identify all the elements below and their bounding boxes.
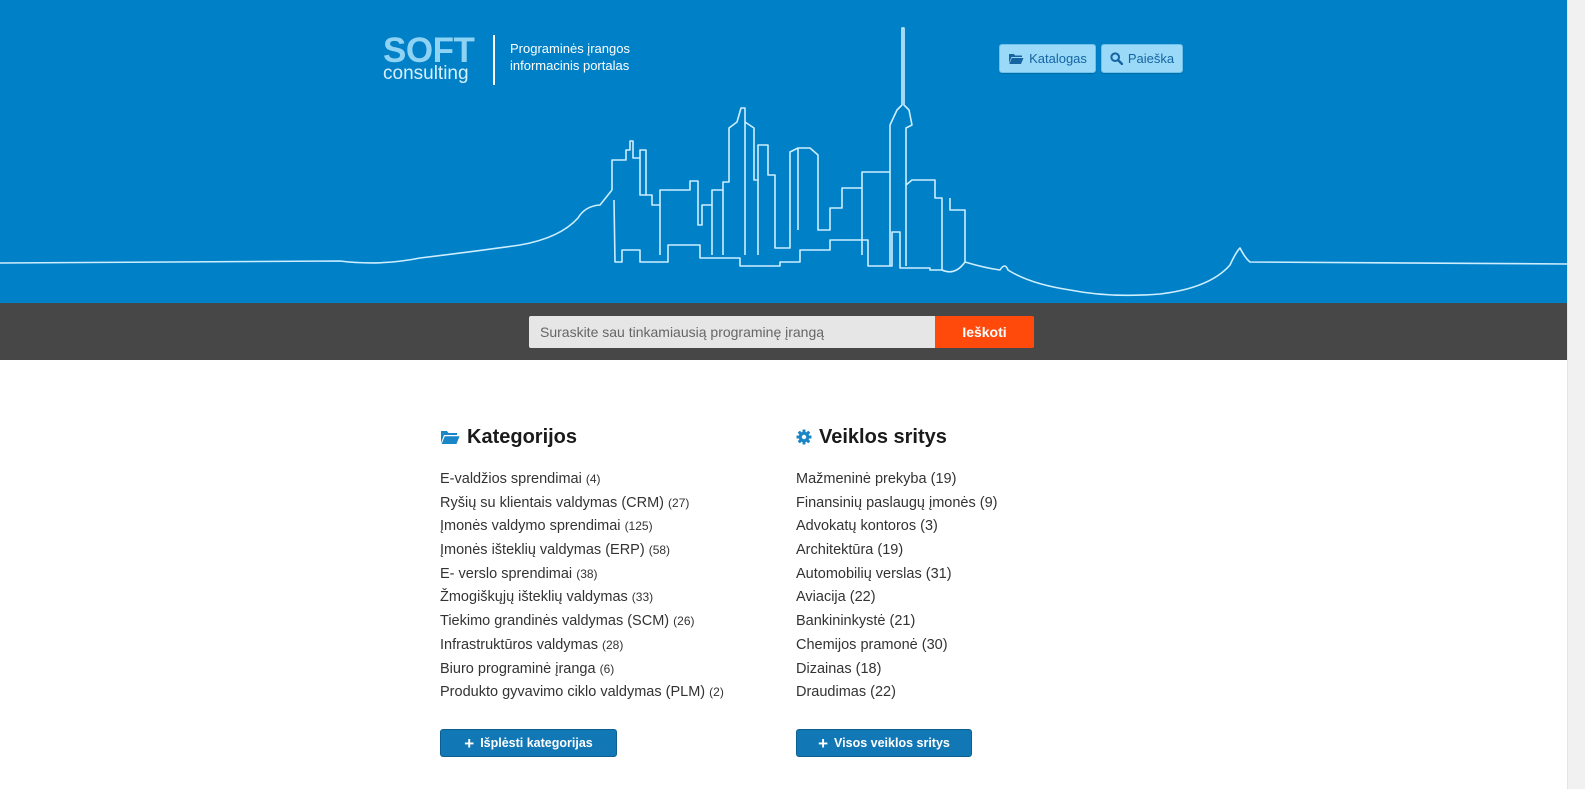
item-count: (22)	[849, 589, 876, 606]
list-item[interactable]: Finansinių paslaugų įmonės (9)	[796, 492, 1126, 516]
sectors-heading: Veiklos sritys	[796, 422, 1126, 452]
sectors-list: Mažmeninė prekyba (19) Finansinių paslau…	[796, 468, 1126, 705]
item-count: (2)	[709, 685, 724, 700]
sector-link[interactable]: Finansinių paslaugų įmonės	[796, 495, 976, 511]
list-item[interactable]: Ryšių su klientais valdymas (CRM) (27)	[440, 492, 770, 516]
item-count: (19)	[930, 471, 957, 487]
list-item[interactable]: Architektūra (19)	[796, 539, 1126, 563]
item-count: (22)	[870, 684, 896, 701]
sector-link[interactable]: Automobilių verslas	[796, 566, 922, 582]
list-item[interactable]: Draudimas (22)	[796, 681, 1126, 705]
list-item[interactable]: E-valdžios sprendimai (4)	[440, 468, 770, 492]
sector-link[interactable]: Draudimas	[796, 684, 866, 700]
catalog-button-label: Katalogas	[1029, 51, 1087, 66]
category-link[interactable]: E- verslo sprendimai	[440, 566, 572, 582]
search-nav-button-label: Paieška	[1127, 51, 1175, 66]
catalog-button[interactable]: Katalogas	[999, 44, 1096, 73]
category-link[interactable]: Tiekimo grandinės valdymas (SCM)	[440, 613, 669, 629]
all-sectors-label: Visos veiklos sritys	[834, 736, 950, 750]
logo-divider	[493, 35, 495, 85]
item-count: (125)	[624, 519, 653, 534]
list-item[interactable]: Chemijos pramonė (30)	[796, 634, 1126, 658]
site-tagline: Programinės įrangos informacinis portala…	[510, 40, 710, 74]
plus-icon: +	[464, 733, 475, 753]
item-count: (6)	[599, 661, 615, 676]
item-count: (58)	[648, 543, 671, 558]
search-input[interactable]	[529, 316, 935, 348]
item-count: (3)	[920, 518, 938, 535]
sector-link[interactable]: Bankininkystė	[796, 613, 885, 629]
sector-link[interactable]: Chemijos pramonė	[796, 637, 918, 653]
list-item[interactable]: Aviacija (22)	[796, 586, 1126, 610]
category-link[interactable]: Ryšių su klientais valdymas (CRM)	[440, 495, 664, 511]
categories-title: Kategorijos	[467, 425, 578, 448]
list-item[interactable]: Mažmeninė prekyba (19)	[796, 468, 1126, 492]
plus-icon: +	[818, 733, 829, 753]
sector-link[interactable]: Mažmeninė prekyba	[796, 471, 927, 487]
logo-subtitle: consulting	[383, 63, 469, 84]
category-link[interactable]: Įmonės išteklių valdymas (ERP)	[440, 542, 645, 558]
item-count: (28)	[601, 637, 624, 652]
item-count: (27)	[668, 495, 690, 510]
item-count: (9)	[979, 494, 998, 511]
tagline-line-1: Programinės įrangos	[510, 41, 630, 56]
list-item[interactable]: Bankininkystė (21)	[796, 610, 1126, 634]
list-item[interactable]: Įmonės išteklių valdymas (ERP) (58)	[440, 539, 770, 563]
category-link[interactable]: Infrastruktūros valdymas	[440, 637, 598, 653]
sector-link[interactable]: Aviacija	[796, 589, 846, 605]
categories-list: E-valdžios sprendimai (4) Ryšių su klien…	[440, 468, 770, 705]
category-link[interactable]: Biuro programinė įranga	[440, 661, 596, 677]
sectors-title: Veiklos sritys	[819, 425, 947, 448]
hero-banner: SOFT consulting Programinės įrangos info…	[0, 0, 1567, 303]
soft-consulting-logo[interactable]: SOFT consulting	[383, 33, 483, 86]
sector-link[interactable]: Advokatų kontoros	[796, 518, 916, 534]
folder-open-icon	[441, 431, 460, 444]
item-count: (18)	[855, 660, 882, 677]
search-icon	[1110, 52, 1123, 65]
city-skyline-illustration	[0, 27, 1567, 297]
all-sectors-button[interactable]: + Visos veiklos sritys	[796, 729, 972, 757]
list-item[interactable]: Infrastruktūros valdymas (28)	[440, 634, 770, 658]
list-item[interactable]: Tiekimo grandinės valdymas (SCM) (26)	[440, 610, 770, 634]
list-item[interactable]: Įmonės valdymo sprendimai (125)	[440, 515, 770, 539]
list-item[interactable]: Automobilių verslas (31)	[796, 563, 1126, 587]
sectors-section: Veiklos sritys Mažmeninė prekyba (19) Fi…	[796, 422, 1126, 705]
list-item[interactable]: Dizainas (18)	[796, 658, 1126, 682]
list-item[interactable]: Advokatų kontoros (3)	[796, 515, 1126, 539]
page-scrollbar[interactable]	[1567, 0, 1585, 789]
list-item[interactable]: E- verslo sprendimai (38)	[440, 563, 770, 587]
item-count: (26)	[673, 614, 695, 629]
item-count: (19)	[877, 542, 904, 559]
list-item[interactable]: Biuro programinė įranga (6)	[440, 658, 770, 682]
item-count: (31)	[925, 565, 952, 582]
search-submit-button[interactable]: Ieškoti	[935, 316, 1034, 348]
search-nav-button[interactable]: Paieška	[1101, 44, 1183, 73]
item-count: (4)	[585, 472, 601, 486]
list-item[interactable]: Žmogiškųjų išteklių valdymas (33)	[440, 586, 770, 610]
sector-link[interactable]: Dizainas	[796, 661, 852, 677]
categories-heading: Kategorijos	[440, 422, 770, 452]
category-link[interactable]: E-valdžios sprendimai	[440, 471, 582, 487]
item-count: (38)	[576, 566, 598, 581]
tagline-line-2: informacinis portalas	[510, 58, 630, 73]
category-link[interactable]: Produkto gyvavimo ciklo valdymas (PLM)	[440, 684, 705, 700]
gear-icon	[796, 429, 812, 445]
category-link[interactable]: Žmogiškųjų išteklių valdymas	[440, 589, 628, 605]
item-count: (33)	[631, 590, 654, 605]
expand-categories-button[interactable]: + Išplėsti kategorijas	[440, 729, 617, 757]
expand-categories-label: Išplėsti kategorijas	[480, 736, 593, 750]
folder-open-icon	[1009, 54, 1024, 64]
category-link[interactable]: Įmonės valdymo sprendimai	[440, 518, 621, 534]
categories-section: Kategorijos E-valdžios sprendimai (4) Ry…	[440, 422, 770, 705]
list-item[interactable]: Produkto gyvavimo ciklo valdymas (PLM) (…	[440, 681, 770, 705]
item-count: (30)	[921, 636, 948, 653]
item-count: (21)	[889, 613, 916, 630]
sector-link[interactable]: Architektūra	[796, 542, 873, 558]
